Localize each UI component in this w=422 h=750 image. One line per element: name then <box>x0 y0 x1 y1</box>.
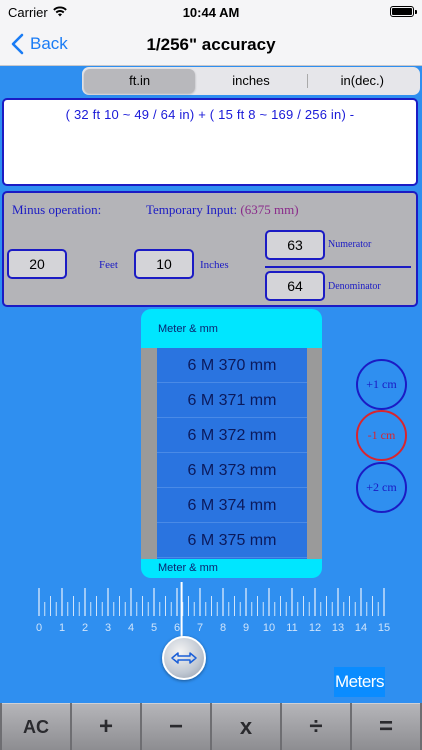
picker-wheel[interactable]: 6 M 370 mm 6 M 371 mm 6 M 372 mm 6 M 373… <box>141 348 322 559</box>
picker-row[interactable]: 6 M 375 mm <box>157 523 307 558</box>
ruler-tick-label: 13 <box>331 622 345 634</box>
clear-key[interactable]: AC <box>2 703 70 750</box>
equals-key-label: = <box>378 713 393 740</box>
picker-row[interactable]: 6 M 371 mm <box>157 383 307 418</box>
plus-key[interactable]: + <box>72 703 140 750</box>
picker-row[interactable]: 6 M 373 mm <box>157 453 307 488</box>
ruler-tick-label: 9 <box>242 622 250 634</box>
minus-key[interactable]: − <box>142 703 210 750</box>
picker-row[interactable]: 6 M 372 mm <box>157 418 307 453</box>
meter-mm-picker: Meter & mm 6 M 370 mm 6 M 371 mm 6 M 372… <box>141 309 322 578</box>
denominator-input[interactable]: 64 <box>265 271 325 301</box>
unit-badge[interactable]: Meters <box>334 667 385 697</box>
ruler-tick-label: 4 <box>127 622 135 634</box>
ruler-tick-label: 0 <box>35 622 43 634</box>
minus-key-label: − <box>168 713 183 740</box>
inches-input[interactable]: 10 <box>134 249 194 279</box>
ruler-tick-label: 1 <box>58 622 66 634</box>
clear-key-label: AC <box>23 716 49 737</box>
ruler-tick-label: 12 <box>308 622 322 634</box>
battery-icon <box>390 6 417 17</box>
arrows-horizontal-icon <box>171 652 197 664</box>
segment-in-dec[interactable]: in(dec.) <box>306 69 418 93</box>
status-bar: Carrier 10:44 AM <box>0 0 422 26</box>
ruler-tick-label: 6 <box>173 622 181 634</box>
segment-inches[interactable]: inches <box>195 69 306 93</box>
ruler-tick-label: 15 <box>377 622 391 634</box>
temporary-input-caption: Temporary Input: <box>146 202 238 217</box>
equals-key[interactable]: = <box>352 703 420 750</box>
segment-ft-in[interactable]: ft.in <box>84 69 196 93</box>
picker-row[interactable]: 6 M 370 mm <box>157 348 307 383</box>
ruler[interactable]: 0 1 2 3 4 5 6 7 8 9 10 11 12 13 14 15 <box>0 576 422 666</box>
feet-input[interactable]: 20 <box>7 249 67 279</box>
expression-display: ( 32 ft 10 ~ 49 / 64 in) + ( 15 ft 8 ~ 1… <box>2 98 418 186</box>
plus-1cm-button[interactable]: +1 cm <box>356 359 407 410</box>
numerator-input[interactable]: 63 <box>265 230 325 260</box>
ruler-tick-label: 2 <box>81 622 89 634</box>
divide-key-label: ÷ <box>309 713 323 740</box>
temporary-input-value: (6375 mm) <box>240 202 299 217</box>
clock: 10:44 AM <box>182 5 240 20</box>
denominator-label: Denominator <box>328 281 381 292</box>
fraction-divider <box>265 266 411 268</box>
multiply-key-label: x <box>239 714 253 739</box>
ruler-slider-handle[interactable] <box>162 636 206 680</box>
picker-footer: Meter & mm <box>158 562 218 574</box>
ruler-tick-label: 7 <box>196 622 204 634</box>
ruler-tick-label: 8 <box>219 622 227 634</box>
expression-text: ( 32 ft 10 ~ 49 / 64 in) + ( 15 ft 8 ~ 1… <box>65 107 355 122</box>
ruler-scale <box>38 582 385 638</box>
picker-header: Meter & mm <box>158 323 218 335</box>
ruler-tick-label: 10 <box>262 622 276 634</box>
plus-key-label: + <box>98 713 113 740</box>
inches-label: Inches <box>200 259 229 271</box>
picker-wheel-rows: 6 M 370 mm 6 M 371 mm 6 M 372 mm 6 M 373… <box>157 348 307 559</box>
ruler-tick-label: 3 <box>104 622 112 634</box>
operator-keypad: AC + − x ÷ = <box>0 703 422 750</box>
ruler-tick-label: 14 <box>354 622 368 634</box>
divide-key[interactable]: ÷ <box>282 703 350 750</box>
operation-panel: Minus operation: Temporary Input: (6375 … <box>2 191 418 307</box>
ruler-tick-label: 11 <box>286 622 298 634</box>
feet-label: Feet <box>99 259 118 271</box>
numerator-label: Numerator <box>328 239 372 250</box>
unit-segmented-control: ft.in inches in(dec.) <box>82 67 420 95</box>
minus-1cm-button[interactable]: -1 cm <box>356 410 407 461</box>
picker-row[interactable]: 6 M 374 mm <box>157 488 307 523</box>
navigation-bar: Back 1/256" accuracy <box>0 26 422 66</box>
multiply-key[interactable]: x <box>212 703 280 750</box>
temporary-input-label: Temporary Input: (6375 mm) <box>146 202 299 218</box>
page-title: 1/256" accuracy <box>146 35 276 54</box>
ruler-tick-label: 5 <box>150 622 158 634</box>
operation-label: Minus operation: <box>12 202 102 217</box>
plus-2cm-button[interactable]: +2 cm <box>356 462 407 513</box>
